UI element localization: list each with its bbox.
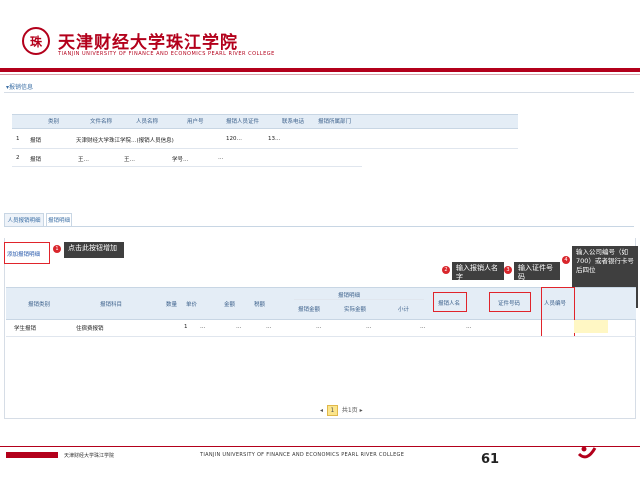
tab-person-detail[interactable]: 人员报销明细 [4,213,44,226]
table-cell: … [316,324,322,330]
page-total: 共1页 [341,407,358,414]
header-band [0,68,640,72]
col-header: 用户号 [187,119,204,125]
col-header-name: 报销人名 [438,301,461,307]
callout-badge-1: 1 [53,245,61,253]
table-cell: 报销 [30,138,42,144]
col-header-staff-number: 人员编号 [544,301,567,307]
current-page[interactable]: 1 [326,405,338,416]
col-header: 报销类别 [28,302,51,308]
table-cell: … [236,324,242,330]
col-header: 实际金额 [344,307,367,313]
panel-border [4,418,636,419]
table-cell: 1 [184,324,188,330]
footer-emblem-icon [577,446,597,459]
callout-2: 输入报销人名字 [452,262,504,281]
col-header: 小计 [398,307,410,313]
col-header: 报销人员证件 [226,119,260,125]
row-divider [12,148,518,149]
remark-cell[interactable] [574,320,608,333]
table-cell: … [200,324,206,330]
footer-college-cn: 天津财经大学珠江学院 [64,453,115,459]
table-cell: 王… [78,157,90,163]
table-cell: 天津财经大学珠江学院…(报销人员信息) [76,138,174,144]
next-page-icon[interactable]: ▸ [360,407,363,414]
header-band-thin [0,74,640,75]
callout-badge-2: 2 [442,266,450,274]
table-cell: … [466,324,472,330]
tab-divider [4,226,634,227]
col-header: 类别 [48,119,60,125]
college-name-cn: 天津财经大学珠江学院 [58,33,238,53]
table-cell: … [366,324,372,330]
panel-border [4,238,5,418]
callout-badge-3: 3 [504,266,512,274]
callout-badge-4: 4 [562,256,570,264]
tab-detail[interactable]: 报销明细 [46,213,72,226]
college-seal-logo: 珠 [22,27,50,55]
table-cell: 13… [268,136,281,142]
table-cell: … [218,155,224,161]
section-divider [4,92,634,93]
col-header: 报销所属部门 [318,119,352,125]
table-cell: 学生报销 [14,326,37,332]
row-divider [12,166,362,167]
table-cell: 学号… [172,157,189,163]
upper-table-header [12,114,518,129]
college-name-en: TIANJIN UNIVERSITY OF FINANCE AND ECONOM… [58,51,275,57]
group-header: 报销明细 [338,293,361,299]
callout-3: 输入证件号码 [514,262,560,281]
table-cell: 2 [16,155,20,161]
col-header: 报销科目 [100,302,123,308]
col-header: 金额 [224,302,236,308]
add-detail-button[interactable]: 添加报销明细 [7,250,40,258]
col-header: 报销金额 [298,307,321,313]
col-header: 单价 [186,302,198,308]
row-divider [6,336,636,337]
col-header: 文件名称 [90,119,113,125]
table-cell: 住宿费报销 [76,326,104,332]
col-header-id: 证件号码 [498,301,521,307]
footer-line [0,446,640,447]
slide-page-number: 61 [481,452,500,467]
footer-college-en: TIANJIN UNIVERSITY OF FINANCE AND ECONOM… [200,452,405,458]
table-cell: … [266,324,272,330]
table-cell: … [420,324,426,330]
table-cell: 1 [16,136,20,142]
table-cell: 120… [226,136,242,142]
footer-accent [6,452,58,458]
section-title[interactable]: ▾报销信息 [6,82,33,91]
callout-1: 点击此按钮增加 [64,242,124,258]
prev-page-icon[interactable]: ◂ [320,407,323,414]
table-cell: 王… [124,157,136,163]
group-divider [294,299,424,300]
col-header: 联系电话 [282,119,305,125]
highlight-staff-number-column [541,287,575,337]
pagination: ◂ 1 共1页 ▸ [320,405,363,416]
col-header: 数量 [166,302,178,308]
col-header: 税额 [254,302,266,308]
col-header: 人员名称 [136,119,159,125]
table-cell: 报销 [30,157,42,163]
